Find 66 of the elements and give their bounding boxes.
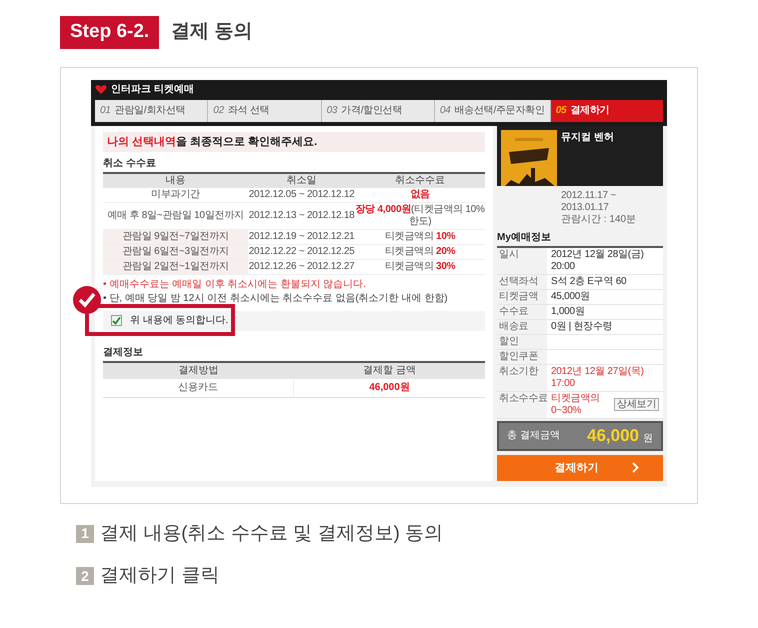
- instruction-heading: 나의 선택내역을 최종적으로 확인해주세요.: [103, 132, 485, 152]
- note-text: • 예매수수료는 예매일 이후 취소시에는 환불되지 않습니다.: [103, 278, 367, 290]
- info-value: 45,000원: [551, 290, 590, 302]
- total-amount: 46,000: [587, 426, 639, 446]
- brand-name: 인터파크 티켓예매: [111, 84, 194, 96]
- info-value: 0원 | 현장수령: [551, 320, 612, 332]
- info-label: 배송료: [497, 320, 547, 334]
- table-cell: 2012.12.26 ~ 2012.12.27: [248, 260, 356, 274]
- chevron-right-icon: [632, 462, 639, 473]
- currency-unit: 원: [643, 432, 653, 444]
- info-value: 2012년 12월 27일(목) 17:00: [551, 366, 645, 390]
- number-badge: 2: [76, 567, 94, 586]
- info-label: 수수료: [497, 304, 547, 318]
- checkbox[interactable]: [111, 315, 122, 326]
- heart-icon: [95, 84, 107, 95]
- checkbox-label: 위 내용에 동의합니다.: [130, 314, 228, 326]
- details-button[interactable]: 상세보기: [614, 398, 659, 411]
- table-cell-text: 예매 후 8일~관람일 10일전까지: [106, 208, 245, 222]
- info-label: 취소기한: [497, 364, 547, 390]
- table-cell-text: 46,000원: [368, 380, 411, 394]
- step-tab[interactable]: 04 배송선택/주문자확인: [434, 100, 551, 122]
- info-label: 선택좌석: [497, 274, 547, 288]
- info-label: 할인: [497, 334, 547, 348]
- table-cell-text: 티켓금액의 30%: [384, 260, 456, 274]
- note-text: • 단, 예매 당일 밤 12시 이전 취소시에는 취소수수료 없음(취소기한 내에 한함): [103, 292, 449, 304]
- info-label: 취소수수료: [497, 392, 547, 418]
- table-cell: 관람일 2일전~1일전까지: [103, 260, 248, 274]
- running-time: 관람시간 : 140분: [561, 214, 638, 226]
- column-header: 결제방법: [178, 364, 220, 378]
- table-cell-text: 미부과기간: [150, 188, 201, 202]
- column-header: 결제할 금액: [362, 364, 417, 378]
- step-tab[interactable]: 05 결제하기: [550, 100, 664, 122]
- table-cell-text: 없음: [409, 188, 431, 202]
- info-label: 할인쿠폰: [497, 350, 547, 364]
- column-header: 취소수수료: [394, 174, 446, 188]
- column-header: 취소일: [286, 174, 318, 188]
- section-label: 취소 수수료: [103, 158, 157, 170]
- info-value: 티켓금액의 0~30%: [551, 392, 601, 416]
- step-tab[interactable]: 03 가격/할인선택: [322, 100, 435, 122]
- info-value: S석 2층 E구역 60: [551, 276, 626, 288]
- table-cell: 2012.12.05 ~ 2012.12.12: [248, 188, 356, 202]
- info-value: 2012년 12월 28일(금) 20:00: [551, 248, 645, 272]
- table-cell: 2012.12.19 ~ 2012.12.21: [248, 230, 356, 244]
- info-label: 일시: [497, 248, 547, 274]
- table-cell: 장당 4,000원(티켓금액의 10%한도): [355, 202, 485, 228]
- table-cell: 2012.12.22 ~ 2012.12.25: [248, 244, 356, 258]
- step-tab[interactable]: 01 관람일/회차선택: [95, 100, 208, 122]
- column-header: 내용: [164, 174, 187, 188]
- step-badge: Step 6-2.: [60, 16, 160, 48]
- number-badge: 1: [76, 524, 94, 543]
- table-cell: 관람일 9일전~7일전까지: [103, 230, 248, 244]
- section-title: 결제 동의: [171, 20, 252, 44]
- step-tab[interactable]: 02 좌석 선택: [208, 100, 322, 122]
- show-period: 2012.11.17 ~ 2013.01.17: [561, 190, 617, 214]
- section-label: 결제정보: [103, 346, 144, 358]
- table-cell-text: 티켓금액의 20%: [384, 244, 456, 258]
- instruction-text: 결제하기 클릭: [100, 564, 220, 588]
- table-cell: 2012.12.13 ~ 2012.12.18: [248, 208, 356, 222]
- table-cell: 관람일 6일전~3일전까지: [103, 244, 248, 258]
- instruction-text: 결제 내용(취소 수수료 및 결제정보) 동의: [100, 522, 444, 546]
- table-cell: 신용카드: [103, 378, 294, 396]
- table-cell-text: 티켓금액의 10%: [384, 230, 456, 244]
- info-label: 티켓금액: [497, 290, 547, 304]
- show-title: 뮤지컬 벤허: [561, 130, 614, 144]
- total-label: 총 결제금액: [507, 430, 560, 442]
- info-value: 1,000원: [551, 306, 585, 318]
